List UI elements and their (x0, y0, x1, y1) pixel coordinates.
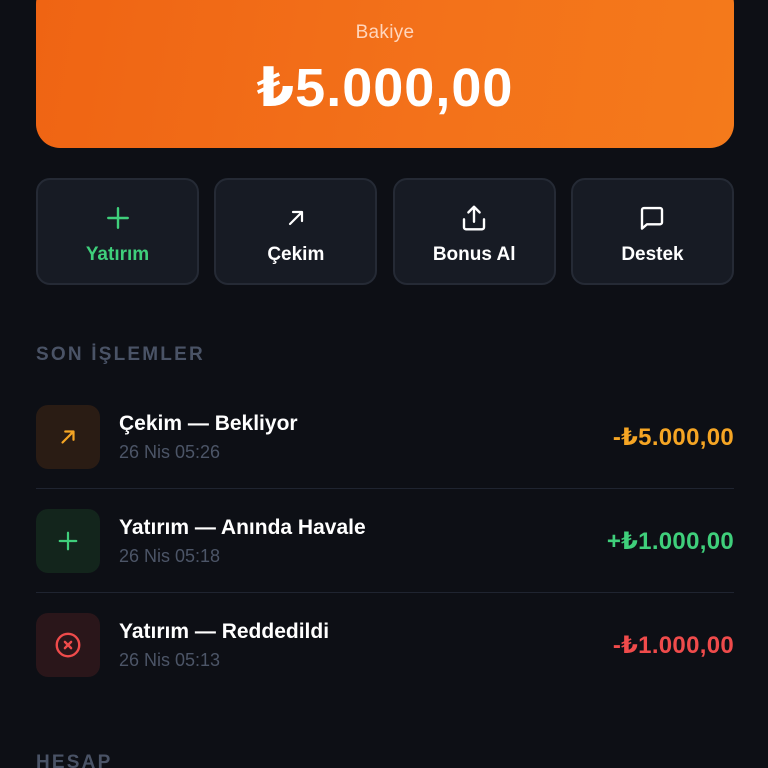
x-circle-icon (36, 613, 100, 677)
transaction-time: 26 Nis 05:26 (119, 442, 221, 462)
plus-icon (105, 202, 131, 234)
withdraw-label: Çekim (267, 244, 325, 265)
transaction-time: 26 Nis 05:18 (119, 546, 221, 566)
get-bonus-button[interactable]: Bonus Al (392, 178, 556, 285)
transaction-title: Çekim — Bekliyor (119, 412, 298, 435)
transaction-amount: +₺1.000,00 (606, 528, 734, 555)
deposit-button[interactable]: Yatırım (36, 178, 199, 285)
arrow-up-right-icon (284, 202, 308, 234)
chat-bubble-icon (637, 202, 667, 234)
recent-transactions-heading: SON İŞLEMLER (36, 344, 205, 365)
transaction-amount: -₺5.000,00 (612, 424, 734, 451)
balance-label: Bakiye (355, 22, 415, 43)
transaction-title: Yatırım — Anında Havale (119, 516, 366, 539)
support-label: Destek (621, 244, 684, 265)
transaction-amount: -₺1.000,00 (612, 632, 734, 659)
transaction-time: 26 Nis 05:13 (119, 650, 221, 670)
transaction-row[interactable]: Yatırım — Anında Havale 26 Nis 05:18 +₺1… (36, 489, 734, 593)
quick-actions: Yatırım Çekim Bonus Al Destek (36, 178, 734, 286)
wallet-screen: Bakiye ₺5.000,00 Yatırım Çekim Bonus Al (0, 0, 768, 768)
transaction-list: Çekim — Bekliyor 26 Nis 05:26 -₺5.000,00… (36, 385, 734, 697)
account-section-heading: HESAP (36, 752, 113, 768)
balance-amount: ₺5.000,00 (256, 58, 514, 118)
support-button[interactable]: Destek (570, 178, 734, 285)
transaction-row[interactable]: Çekim — Bekliyor 26 Nis 05:26 -₺5.000,00 (36, 385, 734, 489)
transaction-title: Yatırım — Reddedildi (119, 620, 330, 643)
balance-card: Bakiye ₺5.000,00 (36, 0, 734, 148)
deposit-label: Yatırım (85, 244, 150, 265)
transaction-row[interactable]: Yatırım — Reddedildi 26 Nis 05:13 -₺1.00… (36, 593, 734, 697)
plus-icon (36, 509, 100, 573)
share-upload-icon (459, 202, 489, 234)
get-bonus-label: Bonus Al (432, 244, 516, 265)
arrow-up-right-icon (36, 405, 100, 469)
withdraw-button[interactable]: Çekim (214, 178, 378, 285)
